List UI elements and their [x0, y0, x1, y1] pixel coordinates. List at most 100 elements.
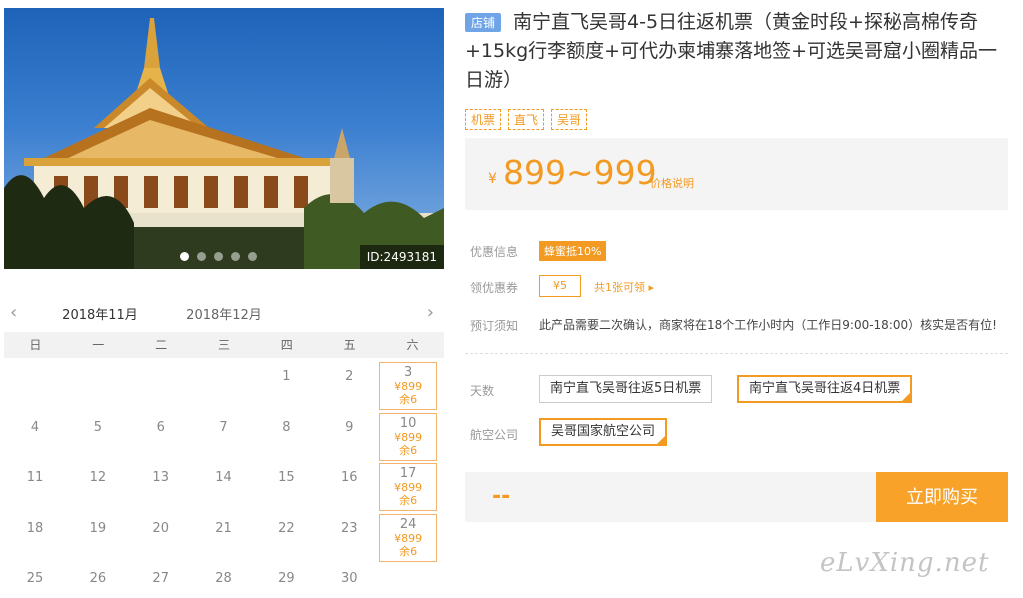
coupon-claim-link[interactable]: 共1张可领 ▸	[594, 279, 654, 295]
discount-badge: 蜂蜜抵10%	[539, 241, 607, 261]
calendar-day: 6	[130, 413, 192, 463]
carousel-dot[interactable]	[248, 252, 257, 261]
calendar-day: 23	[318, 514, 380, 564]
day-number: 11	[26, 470, 44, 485]
image-id-badge: ID:2493181	[359, 245, 444, 269]
days-option-5day[interactable]: 南宁直飞吴哥往返5日机票	[539, 375, 713, 403]
calendar-day: 25	[4, 564, 66, 598]
calendar-day: 9	[318, 413, 380, 463]
next-month-arrow-icon[interactable]: ›	[427, 302, 434, 323]
day-number: 16	[341, 470, 358, 485]
notice-label: 预订须知	[470, 319, 519, 333]
day-stock: 余6	[399, 544, 418, 558]
day-number: 2	[345, 369, 354, 384]
day-stock: 余6	[399, 443, 418, 457]
carousel-dot[interactable]	[197, 252, 206, 261]
day-number: 13	[152, 470, 169, 485]
carousel-dot[interactable]	[231, 252, 240, 261]
calendar-day: 28	[193, 564, 255, 598]
calendar-grid: 1 2 3 ¥899 余6 4 5 6 7 8 9 10 ¥899 余6 11 12 13 14 15 16 17 ¥89…	[4, 358, 444, 598]
weekday-label: 日	[29, 338, 42, 352]
calendar-day-available[interactable]: 3 ¥899 余6	[379, 362, 438, 410]
day-number: 4	[30, 419, 40, 435]
weekday-header: 日 一 二 三 四 五 六	[4, 332, 444, 358]
calendar-day: 1	[255, 362, 317, 412]
weekday-label: 二	[155, 338, 168, 352]
calendar-day-available[interactable]: 10 ¥899 余6	[379, 412, 438, 461]
calendar-day: 30	[318, 564, 380, 598]
product-tags: 机票 直飞 吴哥	[465, 109, 588, 130]
calendar-day: 16	[318, 463, 380, 513]
shop-badge: 店铺	[465, 13, 502, 32]
price-range: 899~999	[503, 153, 657, 192]
day-number: 14	[215, 470, 232, 485]
calendar-day: 29	[255, 564, 317, 598]
tag-chip: 机票	[465, 109, 502, 130]
carousel-dot[interactable]	[214, 252, 223, 261]
purchase-bar: -- 立即购买	[465, 472, 1008, 522]
weekday-label: 六	[406, 338, 419, 352]
weekday-label: 五	[343, 338, 356, 352]
day-number: 30	[341, 571, 358, 586]
day-number: 7	[219, 419, 228, 435]
calendar-day: 13	[130, 463, 192, 513]
days-label: 天数	[470, 384, 495, 398]
calendar-day: 12	[67, 463, 129, 513]
day-price: ¥899	[394, 380, 423, 393]
day-number: 19	[89, 520, 107, 536]
product-title: 南宁直飞吴哥4-5日往返机票（黄金时段+探秘高棉传奇+15kg行李额度+可代办柬…	[465, 11, 998, 91]
day-number: 25	[26, 571, 44, 586]
price-explain-link[interactable]: 价格说明	[650, 175, 694, 191]
weekday-label: 一	[92, 338, 105, 352]
day-number: 15	[278, 470, 295, 485]
carousel-dots	[180, 252, 257, 261]
calendar-day-available[interactable]: 24 ¥899 余6	[379, 513, 438, 562]
days-option-4day[interactable]: 南宁直飞吴哥往返4日机票	[737, 375, 913, 403]
coupon-label: 领优惠券	[470, 281, 519, 295]
weekday-label: 四	[280, 338, 293, 352]
day-number: 5	[93, 419, 102, 435]
calendar-day: 19	[67, 514, 129, 564]
day-number: 6	[156, 419, 165, 435]
month-tab-dec[interactable]: 2018年12月	[178, 304, 270, 333]
day-number: 3	[404, 365, 413, 380]
calendar-day: 27	[130, 564, 192, 598]
calendar-day: 4	[4, 413, 66, 463]
day-stock: 余6	[399, 494, 418, 507]
airline-label: 航空公司	[470, 428, 519, 442]
calendar-day: 22	[255, 514, 317, 564]
calendar-day-available[interactable]: 17 ¥899 余6	[379, 463, 438, 511]
day-number: 26	[89, 571, 107, 586]
total-price-placeholder: --	[492, 484, 511, 509]
calendar-day: 8	[255, 413, 317, 463]
section-divider	[465, 353, 1008, 354]
calendar-day: 5	[67, 413, 129, 463]
discount-label: 优惠信息	[470, 245, 519, 259]
calendar-day: 20	[130, 514, 192, 564]
day-number: 12	[89, 470, 107, 485]
tag-chip: 直飞	[508, 109, 545, 130]
day-number: 21	[215, 520, 232, 536]
day-number: 1	[282, 369, 291, 384]
day-number: 9	[345, 419, 354, 435]
airline-option[interactable]: 吴哥国家航空公司	[539, 418, 668, 446]
day-price: ¥899	[394, 481, 423, 494]
prev-month-arrow-icon[interactable]: ‹	[10, 302, 17, 323]
booking-notice: 此产品需要二次确认，商家将在18个工作小时内（工作日9:00-18:00）核实是…	[539, 318, 997, 332]
day-number: 28	[215, 571, 232, 586]
calendar-header: ‹ 2018年11月 2018年12月 ›	[4, 296, 444, 335]
carousel-dot[interactable]	[180, 252, 189, 261]
month-tab-nov[interactable]: 2018年11月	[54, 304, 146, 335]
coupon-ticket[interactable]: ¥5	[539, 275, 581, 297]
day-number: 29	[278, 571, 295, 586]
calendar-day: 15	[255, 463, 317, 513]
price-currency: ¥	[488, 171, 497, 187]
calendar-day: 11	[4, 463, 66, 513]
buy-now-button[interactable]: 立即购买	[876, 472, 1008, 522]
calendar-day: 2	[318, 362, 380, 412]
day-number: 27	[152, 571, 169, 586]
day-number: 20	[152, 520, 169, 536]
calendar-day: 18	[4, 514, 66, 564]
product-photo[interactable]: ID:2493181	[4, 8, 444, 269]
day-number: 18	[26, 520, 44, 536]
